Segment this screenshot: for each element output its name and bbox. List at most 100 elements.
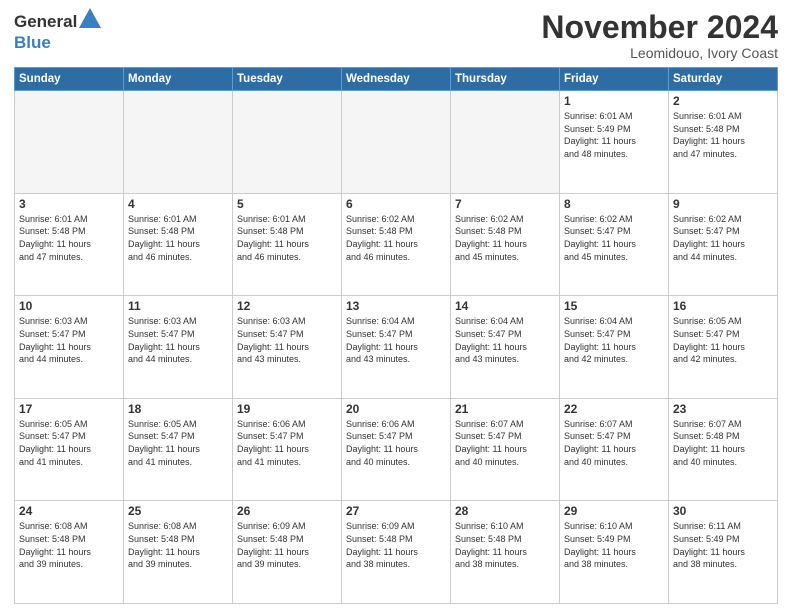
logo-icon xyxy=(79,8,101,28)
day-number: 6 xyxy=(346,197,446,211)
calendar-cell xyxy=(124,91,233,194)
day-number: 20 xyxy=(346,402,446,416)
day-number: 28 xyxy=(455,504,555,518)
calendar-cell: 7 Sunrise: 6:02 AM Sunset: 5:48 PM Daylig… xyxy=(451,193,560,296)
day-number: 9 xyxy=(673,197,773,211)
calendar-cell: 26 Sunrise: 6:09 AM Sunset: 5:48 PM Dayli… xyxy=(233,501,342,604)
calendar-cell: 24Sunrise: 6:08 AM Sunset: 5:48 PM Dayli… xyxy=(15,501,124,604)
calendar-cell: 13 Sunrise: 6:04 AM Sunset: 5:47 PM Dayli… xyxy=(342,296,451,399)
calendar-cell: 17 Sunrise: 6:05 AM Sunset: 5:47 PM Dayli… xyxy=(15,398,124,501)
day-info: Sunrise: 6:06 AM Sunset: 5:47 PM Dayligh… xyxy=(237,418,337,468)
day-number: 17 xyxy=(19,402,119,416)
day-number: 3 xyxy=(19,197,119,211)
day-number: 27 xyxy=(346,504,446,518)
month-title: November 2024 xyxy=(541,10,778,45)
calendar-cell: 4 Sunrise: 6:01 AM Sunset: 5:48 PM Daylig… xyxy=(124,193,233,296)
day-number: 8 xyxy=(564,197,664,211)
header: General Blue November 2024 Leomidouo, Iv… xyxy=(14,10,778,61)
calendar-cell: 3 Sunrise: 6:01 AM Sunset: 5:48 PM Daylig… xyxy=(15,193,124,296)
day-number: 30 xyxy=(673,504,773,518)
day-number: 26 xyxy=(237,504,337,518)
calendar-table: SundayMondayTuesdayWednesdayThursdayFrid… xyxy=(14,67,778,604)
day-info: Sunrise: 6:05 AM Sunset: 5:47 PM Dayligh… xyxy=(19,418,119,468)
day-number: 12 xyxy=(237,299,337,313)
day-number: 29 xyxy=(564,504,664,518)
day-info: Sunrise: 6:11 AM Sunset: 5:49 PM Dayligh… xyxy=(673,520,773,570)
calendar-week-1: 3 Sunrise: 6:01 AM Sunset: 5:48 PM Daylig… xyxy=(15,193,778,296)
day-number: 24 xyxy=(19,504,119,518)
calendar-week-4: 24 Sunrise: 6:08 AM Sunset: 5:48 PM Dayli… xyxy=(15,501,778,604)
calendar-header-thursday: Thursday xyxy=(451,68,560,91)
day-info: Sunrise: 6:04 AM Sunset: 5:47 PM Dayligh… xyxy=(564,315,664,365)
day-info: Sunrise: 6:07 AM Sunset: 5:47 PM Dayligh… xyxy=(564,418,664,468)
day-info: Sunrise: 6:06 AM Sunset: 5:47 PM Dayligh… xyxy=(346,418,446,468)
calendar-cell: 28Sunrise: 6:10 AM Sunset: 5:48 PM Dayli… xyxy=(451,501,560,604)
day-info: Sunrise: 6:04 AM Sunset: 5:47 PM Dayligh… xyxy=(346,315,446,365)
day-info: Sunrise: 6:02 AM Sunset: 5:48 PM Dayligh… xyxy=(346,213,446,263)
day-number: 4 xyxy=(128,197,228,211)
calendar-week-2: 10Sunrise: 6:03 AM Sunset: 5:47 PM Dayli… xyxy=(15,296,778,399)
day-info: Sunrise: 6:01 AM Sunset: 5:48 PM Dayligh… xyxy=(237,213,337,263)
location: Leomidouo, Ivory Coast xyxy=(541,45,778,61)
calendar-cell xyxy=(451,91,560,194)
calendar-cell: 10Sunrise: 6:03 AM Sunset: 5:47 PM Dayli… xyxy=(15,296,124,399)
calendar-cell: 8 Sunrise: 6:02 AM Sunset: 5:47 PM Daylig… xyxy=(560,193,669,296)
day-info: Sunrise: 6:02 AM Sunset: 5:48 PM Dayligh… xyxy=(455,213,555,263)
calendar-cell: 9Sunrise: 6:02 AM Sunset: 5:47 PM Daylig… xyxy=(669,193,778,296)
calendar-cell: 25 Sunrise: 6:08 AM Sunset: 5:48 PM Dayli… xyxy=(124,501,233,604)
calendar-cell: 2 Sunrise: 6:01 AM Sunset: 5:48 PM Daylig… xyxy=(669,91,778,194)
calendar-week-3: 17 Sunrise: 6:05 AM Sunset: 5:47 PM Dayli… xyxy=(15,398,778,501)
calendar-header-monday: Monday xyxy=(124,68,233,91)
title-block: November 2024 Leomidouo, Ivory Coast xyxy=(541,10,778,61)
calendar-cell: 18Sunrise: 6:05 AM Sunset: 5:47 PM Dayli… xyxy=(124,398,233,501)
calendar-cell: 27Sunrise: 6:09 AM Sunset: 5:48 PM Dayli… xyxy=(342,501,451,604)
calendar-cell: 19 Sunrise: 6:06 AM Sunset: 5:47 PM Dayli… xyxy=(233,398,342,501)
calendar-header-friday: Friday xyxy=(560,68,669,91)
calendar-cell: 23 Sunrise: 6:07 AM Sunset: 5:48 PM Dayli… xyxy=(669,398,778,501)
day-info: Sunrise: 6:09 AM Sunset: 5:48 PM Dayligh… xyxy=(237,520,337,570)
calendar-cell: 6 Sunrise: 6:02 AM Sunset: 5:48 PM Daylig… xyxy=(342,193,451,296)
day-number: 19 xyxy=(237,402,337,416)
day-number: 23 xyxy=(673,402,773,416)
day-number: 15 xyxy=(564,299,664,313)
calendar-cell: 30 Sunrise: 6:11 AM Sunset: 5:49 PM Dayli… xyxy=(669,501,778,604)
day-number: 22 xyxy=(564,402,664,416)
calendar-header-tuesday: Tuesday xyxy=(233,68,342,91)
day-number: 21 xyxy=(455,402,555,416)
calendar-cell xyxy=(15,91,124,194)
calendar-header-saturday: Saturday xyxy=(669,68,778,91)
calendar-cell: 22 Sunrise: 6:07 AM Sunset: 5:47 PM Dayli… xyxy=(560,398,669,501)
logo: General Blue xyxy=(14,10,101,53)
calendar-cell: 16 Sunrise: 6:05 AM Sunset: 5:47 PM Dayli… xyxy=(669,296,778,399)
day-info: Sunrise: 6:01 AM Sunset: 5:48 PM Dayligh… xyxy=(19,213,119,263)
calendar-cell: 12 Sunrise: 6:03 AM Sunset: 5:47 PM Dayli… xyxy=(233,296,342,399)
day-info: Sunrise: 6:01 AM Sunset: 5:48 PM Dayligh… xyxy=(128,213,228,263)
page: General Blue November 2024 Leomidouo, Iv… xyxy=(0,0,792,612)
day-number: 5 xyxy=(237,197,337,211)
calendar-cell: 21Sunrise: 6:07 AM Sunset: 5:47 PM Dayli… xyxy=(451,398,560,501)
day-info: Sunrise: 6:08 AM Sunset: 5:48 PM Dayligh… xyxy=(128,520,228,570)
calendar-cell: 14Sunrise: 6:04 AM Sunset: 5:47 PM Dayli… xyxy=(451,296,560,399)
day-info: Sunrise: 6:02 AM Sunset: 5:47 PM Dayligh… xyxy=(564,213,664,263)
day-number: 7 xyxy=(455,197,555,211)
day-info: Sunrise: 6:01 AM Sunset: 5:49 PM Dayligh… xyxy=(564,110,664,160)
calendar-header-wednesday: Wednesday xyxy=(342,68,451,91)
day-info: Sunrise: 6:03 AM Sunset: 5:47 PM Dayligh… xyxy=(237,315,337,365)
calendar-header-row: SundayMondayTuesdayWednesdayThursdayFrid… xyxy=(15,68,778,91)
day-number: 2 xyxy=(673,94,773,108)
logo-general-text: General xyxy=(14,12,77,32)
day-info: Sunrise: 6:01 AM Sunset: 5:48 PM Dayligh… xyxy=(673,110,773,160)
calendar-week-0: 1Sunrise: 6:01 AM Sunset: 5:49 PM Daylig… xyxy=(15,91,778,194)
calendar-cell: 29Sunrise: 6:10 AM Sunset: 5:49 PM Dayli… xyxy=(560,501,669,604)
day-info: Sunrise: 6:03 AM Sunset: 5:47 PM Dayligh… xyxy=(128,315,228,365)
calendar-cell xyxy=(342,91,451,194)
day-number: 14 xyxy=(455,299,555,313)
calendar-cell xyxy=(233,91,342,194)
day-info: Sunrise: 6:05 AM Sunset: 5:47 PM Dayligh… xyxy=(673,315,773,365)
day-number: 25 xyxy=(128,504,228,518)
calendar-cell: 11Sunrise: 6:03 AM Sunset: 5:47 PM Dayli… xyxy=(124,296,233,399)
day-number: 13 xyxy=(346,299,446,313)
day-number: 16 xyxy=(673,299,773,313)
calendar-cell: 5 Sunrise: 6:01 AM Sunset: 5:48 PM Daylig… xyxy=(233,193,342,296)
day-info: Sunrise: 6:07 AM Sunset: 5:48 PM Dayligh… xyxy=(673,418,773,468)
